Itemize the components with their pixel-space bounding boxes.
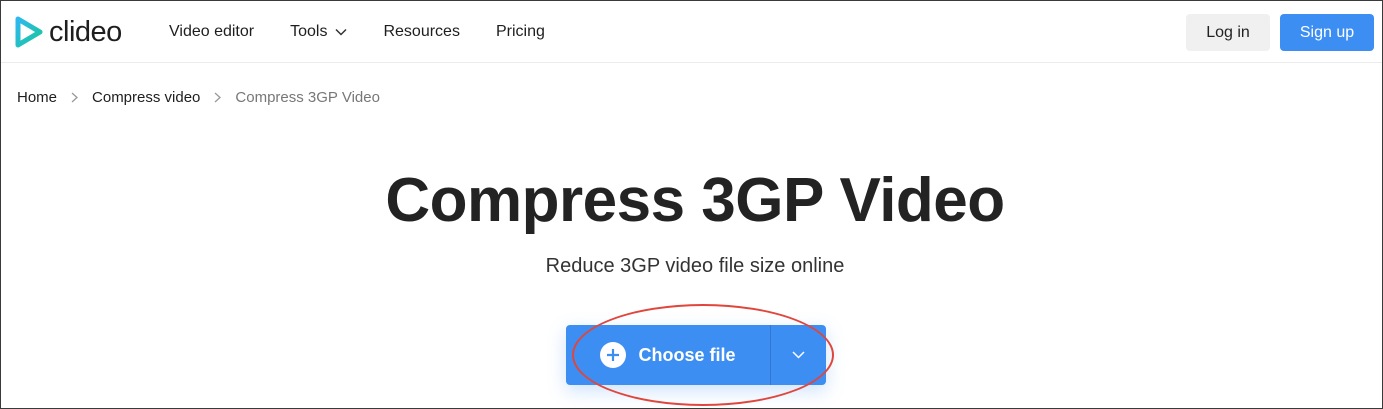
- chevron-right-icon: [71, 92, 78, 103]
- chevron-right-icon: [214, 92, 222, 103]
- nav-tools-label: Tools: [290, 23, 328, 40]
- login-button[interactable]: Log in: [1186, 14, 1270, 51]
- signup-button[interactable]: Sign up: [1280, 14, 1374, 51]
- plus-circle-icon: [600, 342, 627, 368]
- nav-tools[interactable]: Tools: [290, 23, 347, 41]
- site-header: clideo Video editor Tools Resources Pric…: [1, 1, 1382, 63]
- nav-video-editor-label: Video editor: [169, 23, 255, 40]
- breadcrumb: Home Compress video Compress 3GP Video: [17, 87, 380, 107]
- nav-resources[interactable]: Resources: [383, 23, 459, 41]
- choose-file-button[interactable]: Choose file: [566, 325, 771, 385]
- nav-pricing[interactable]: Pricing: [496, 23, 545, 41]
- breadcrumb-compress-video[interactable]: Compress video: [92, 89, 200, 106]
- nav-resources-label: Resources: [383, 23, 460, 40]
- breadcrumb-current: Compress 3GP Video: [235, 88, 380, 106]
- upload-control: Choose file: [566, 325, 826, 385]
- page-subtitle: Reduce 3GP video file size online: [545, 255, 845, 277]
- page-frame: clideo Video editor Tools Resources Pric…: [0, 0, 1383, 409]
- chevron-down-icon: [792, 351, 805, 359]
- logo-text: clideo: [49, 15, 122, 48]
- nav-video-editor[interactable]: Video editor: [169, 23, 254, 41]
- chevron-down-icon: [335, 28, 347, 36]
- main-nav: Video editor Tools Resources Pricing: [169, 1, 581, 63]
- upload-options-dropdown[interactable]: [771, 325, 826, 385]
- choose-file-label: Choose file: [638, 344, 736, 365]
- page-title: Compress 3GP Video: [385, 166, 1005, 235]
- nav-pricing-label: Pricing: [495, 23, 545, 40]
- breadcrumb-home[interactable]: Home: [17, 89, 57, 106]
- clideo-logo[interactable]: clideo: [15, 15, 122, 49]
- play-triangle-icon: [15, 16, 43, 48]
